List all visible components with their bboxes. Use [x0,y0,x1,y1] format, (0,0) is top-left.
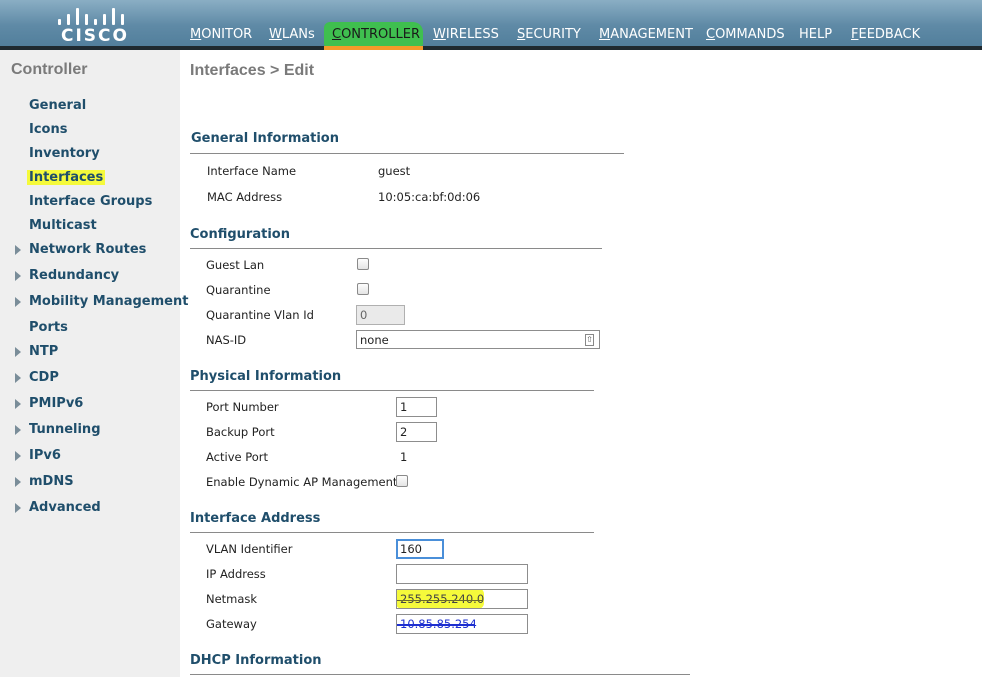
sidebar-item-general[interactable]: General [29,98,86,113]
nav-wireless[interactable]: WIRELESS [433,27,499,42]
section-title-physical: Physical Information [190,369,342,384]
section-title-interface-address: Interface Address [190,511,321,526]
page-title: Interfaces > Edit [190,62,315,79]
vlan-identifier-label: VLAN Identifier [206,542,293,556]
sidebar-item-ipv6[interactable]: IPv6 [29,448,61,463]
mac-address-value: 10:05:ca:bf:0d:06 [378,190,481,204]
ip-address-label: IP Address [206,567,266,581]
section-divider [190,532,594,533]
sidebar-item-icons[interactable]: Icons [29,122,67,137]
sidebar-item-network-routes[interactable]: Network Routes [29,242,146,257]
backup-port-label: Backup Port [206,425,275,439]
input-assist-icon: ⇧ [585,334,594,346]
nas-id-value: none [360,333,389,347]
expand-arrow-icon[interactable] [15,399,21,409]
nav-management[interactable]: MANAGEMENT [599,27,693,42]
nas-id-label: NAS-ID [206,333,247,347]
dynamic-ap-label: Enable Dynamic AP Management [206,475,398,489]
cisco-logo-bars-icon [58,5,124,25]
quarantine-label: Quarantine [206,283,271,297]
expand-arrow-icon[interactable] [15,503,21,513]
nav-wlans[interactable]: WLANs [269,27,315,42]
sidebar-title: Controller [11,61,88,78]
sidebar-item-multicast[interactable]: Multicast [29,218,97,233]
mac-address-label: MAC Address [207,190,283,204]
expand-arrow-icon[interactable] [15,451,21,461]
expand-arrow-icon[interactable] [15,347,21,357]
sidebar-item-cdp[interactable]: CDP [29,370,59,385]
nav-security[interactable]: SECURITY [517,27,581,42]
ip-address-input[interactable] [396,564,528,584]
section-title-dhcp: DHCP Information [190,653,322,668]
dynamic-ap-checkbox[interactable] [396,475,408,487]
expand-arrow-icon[interactable] [15,373,21,383]
nav-commands[interactable]: COMMANDS [706,27,785,42]
port-number-input[interactable]: 1 [396,397,437,417]
expand-arrow-icon[interactable] [15,477,21,487]
section-divider [190,248,602,249]
sidebar-item-interfaces[interactable]: Interfaces [27,170,106,185]
nav-monitor[interactable]: MONITOR [190,27,252,42]
expand-arrow-icon[interactable] [15,245,21,255]
cisco-logo: CISCO [56,5,129,46]
section-divider [190,674,690,675]
expand-arrow-icon[interactable] [15,271,21,281]
backup-port-input[interactable]: 2 [396,422,437,442]
sidebar-item-ports[interactable]: Ports [29,320,68,335]
nas-id-input[interactable]: none ⇧ [356,330,600,349]
section-title-general: General Information [191,131,339,146]
section-divider [190,153,624,154]
sidebar-item-ntp[interactable]: NTP [29,344,58,359]
nav-controller[interactable]: CONTROLLER [332,27,420,42]
sidebar-item-mdns[interactable]: mDNS [29,474,74,489]
netmask-input[interactable]: 255.255.240.0 [396,589,528,609]
active-port-value: 1 [400,450,408,464]
nav-feedback[interactable]: FEEDBACK [851,27,920,42]
sidebar-item-interface-groups[interactable]: Interface Groups [29,194,152,209]
expand-arrow-icon[interactable] [15,425,21,435]
expand-arrow-icon[interactable] [15,297,21,307]
quarantine-vlan-input[interactable]: 0 [356,305,405,325]
sidebar: Controller General Icons Inventory Inter… [0,50,188,677]
port-number-label: Port Number [206,400,279,414]
sidebar-item-inventory[interactable]: Inventory [29,146,100,161]
sidebar-item-mobility-management[interactable]: Mobility Management [29,294,188,309]
section-divider [190,390,594,391]
guest-lan-checkbox[interactable] [357,258,369,270]
vlan-identifier-input[interactable]: 160 [396,539,444,559]
redaction-scratch [397,600,483,601]
quarantine-checkbox[interactable] [357,283,369,295]
interface-name-label: Interface Name [207,164,297,178]
sidebar-item-tunneling[interactable]: Tunneling [29,422,101,437]
active-port-label: Active Port [206,450,269,464]
netmask-label: Netmask [206,592,258,606]
guest-lan-label: Guest Lan [206,258,265,272]
quarantine-vlan-label: Quarantine Vlan Id [206,308,314,322]
gateway-input[interactable]: 10.85.85.254 [396,614,528,634]
netmask-value: 255.255.240.0 [400,592,485,606]
sidebar-item-redundancy[interactable]: Redundancy [29,268,119,283]
nav-help[interactable]: HELP [799,27,832,42]
cisco-logo-text: CISCO [61,26,129,46]
nav-active-underline [324,46,423,50]
gateway-label: Gateway [206,617,257,631]
sidebar-item-advanced[interactable]: Advanced [29,500,101,515]
sidebar-item-pmipv6[interactable]: PMIPv6 [29,396,83,411]
interface-name-value: guest [378,164,411,178]
redaction-scratch [397,624,475,626]
section-title-configuration: Configuration [190,227,290,242]
